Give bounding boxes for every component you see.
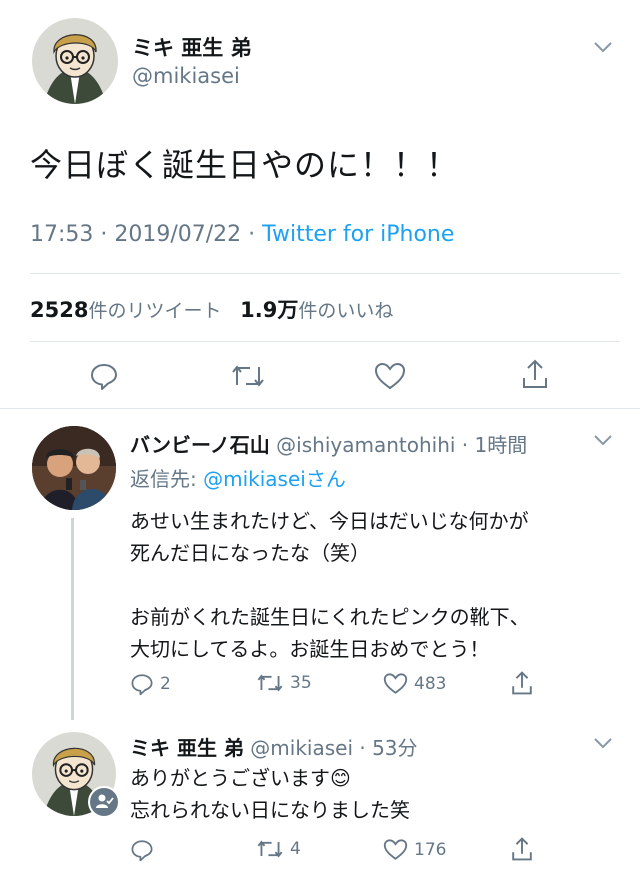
divider: [30, 273, 620, 274]
main-handle[interactable]: @mikiasei: [132, 64, 240, 88]
retweet-icon[interactable]: [230, 362, 266, 390]
retweet-count: 4: [290, 839, 301, 859]
reply1-line: あせい生まれたけど、今日はだいじな何かが: [130, 509, 529, 533]
reply1-line: お前がくれた誕生日にくれたピンクの靴下、: [130, 605, 530, 629]
cartoon-avatar-icon: [44, 34, 106, 104]
like-count: 1.9万: [240, 298, 299, 322]
photo-avatar-icon: [32, 426, 116, 510]
like-icon: [383, 839, 408, 860]
reply-to-link[interactable]: @mikiaseiさん: [203, 467, 346, 491]
main-display-name[interactable]: ミキ 亜生 弟: [132, 32, 252, 62]
reply1-avatar[interactable]: [32, 426, 116, 510]
user-check-icon: [96, 794, 114, 808]
main-avatar[interactable]: [32, 18, 118, 104]
reply1-line: 大切にしてるよ。お誕生日おめでとう！: [130, 637, 490, 661]
verified-author-badge: [88, 786, 120, 818]
chevron-down-icon[interactable]: [592, 736, 614, 750]
reply2-like-button[interactable]: 176: [383, 838, 446, 861]
tweet-source-link[interactable]: Twitter for iPhone: [262, 222, 454, 247]
reply1-like-button[interactable]: 483: [383, 672, 446, 695]
tweet-time: 17:53 · 2019/07/22 ·: [30, 222, 263, 247]
reply1-line: 死んだ日になったな（笑）: [130, 541, 370, 565]
divider: [30, 341, 620, 342]
reply2-reply-button[interactable]: [130, 838, 160, 862]
divider: [0, 408, 640, 409]
reply1-reply-to: 返信先: @mikiaseiさん: [130, 463, 346, 492]
share-icon[interactable]: [510, 836, 534, 862]
reply-icon: [131, 674, 153, 696]
reply1-display-name[interactable]: バンビーノ石山: [130, 433, 270, 457]
reply1-reply-button[interactable]: 2: [130, 672, 171, 696]
share-icon[interactable]: [510, 670, 534, 696]
share-icon[interactable]: [520, 358, 550, 390]
reply-icon[interactable]: [89, 361, 119, 391]
chevron-down-icon[interactable]: [592, 433, 614, 447]
like-count: 483: [414, 673, 447, 694]
main-tweet-text: 今日ぼく誕生日やのに！！！: [30, 146, 460, 184]
reply1-header: バンビーノ石山 @ishiyamantohihi · 1時間: [130, 429, 527, 458]
stat-retweets[interactable]: 2528件のリツイート: [30, 298, 221, 322]
reply-to-prefix: 返信先:: [130, 467, 204, 491]
like-icon: [383, 673, 408, 694]
reply2-handle-time[interactable]: @mikiasei · 53分: [250, 736, 417, 760]
reply1-handle-time[interactable]: @ishiyamantohihi · 1時間: [276, 433, 527, 457]
reply-count: 2: [160, 674, 171, 694]
like-label: 件のいいね: [298, 300, 394, 322]
engagement-stats: 2528件のリツイート 1.9万件のいいね: [30, 294, 393, 324]
reply2-text: ありがとうございます😊 忘れられない日になりました笑: [130, 762, 410, 826]
retweet-count: 2528: [30, 298, 89, 322]
like-icon[interactable]: [374, 361, 406, 391]
reply1-text: あせい生まれたけど、今日はだいじな何かが 死んだ日になったな（笑） お前がくれた…: [130, 505, 530, 665]
main-tweet-meta: 17:53 · 2019/07/22 · Twitter for iPhone: [30, 222, 454, 247]
reply2-display-name[interactable]: ミキ 亜生 弟: [130, 736, 244, 760]
chevron-down-icon[interactable]: [592, 40, 614, 54]
reply-icon: [131, 840, 153, 862]
retweet-icon: [257, 840, 283, 858]
retweet-label: 件のリツイート: [88, 300, 222, 322]
stat-likes[interactable]: 1.9万件のいいね: [240, 298, 393, 322]
reply1-retweet-button[interactable]: 35: [256, 672, 312, 694]
like-count: 176: [414, 839, 447, 860]
reply2-line: 忘れられない日になりました笑: [130, 798, 410, 822]
reply2-retweet-button[interactable]: 4: [256, 838, 301, 860]
reply2-header: ミキ 亜生 弟 @mikiasei · 53分: [130, 732, 418, 761]
thread-line: [71, 518, 74, 720]
reply2-line: ありがとうございます😊: [130, 766, 351, 790]
retweet-icon: [257, 674, 283, 692]
retweet-count: 35: [290, 673, 312, 693]
